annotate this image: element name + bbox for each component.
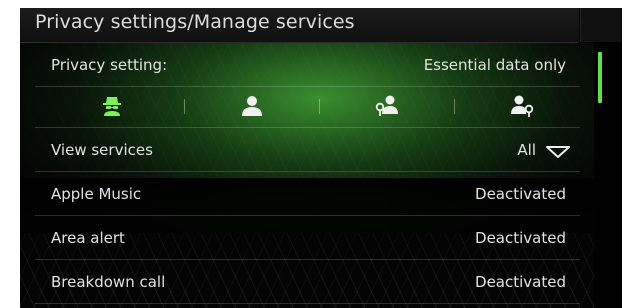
privacy-setting-label: Privacy setting:	[51, 56, 168, 74]
user-location-icon	[375, 95, 398, 116]
user-location-shared-icon	[511, 95, 534, 117]
service-status: Deactivated	[475, 229, 566, 247]
page-title: Privacy settings/Manage services	[35, 11, 355, 33]
privacy-setting-value: Essential data only	[423, 56, 566, 74]
tab-user[interactable]	[185, 86, 319, 127]
title-bar: Privacy settings/Manage services	[20, 8, 579, 43]
service-name: Apple Music	[51, 185, 142, 203]
settings-panel: Privacy setting: Essential data only Vie…	[20, 43, 594, 308]
tab-user-location[interactable]	[320, 86, 454, 127]
incognito-icon	[103, 97, 121, 116]
service-row-area-alert[interactable]: Area alert Deactivated	[35, 216, 580, 260]
view-services-label: View services	[51, 141, 153, 159]
chevron-down-icon[interactable]	[546, 146, 570, 158]
view-services-row[interactable]: View services All	[35, 128, 580, 172]
service-name: Breakdown call	[51, 273, 166, 291]
scrollbar[interactable]	[594, 43, 622, 308]
service-status: Deactivated	[475, 185, 566, 203]
service-row-breakdown-call[interactable]: Breakdown call Deactivated	[35, 260, 580, 304]
view-services-value: All	[517, 141, 536, 159]
service-row-apple-music[interactable]: Apple Music Deactivated	[35, 172, 580, 216]
tab-incognito[interactable]	[45, 86, 179, 127]
title-bar-corner	[580, 8, 622, 42]
service-name: Area alert	[51, 229, 125, 247]
infotainment-screen: Privacy settings/Manage services Privacy…	[20, 8, 622, 308]
privacy-setting-row[interactable]: Privacy setting: Essential data only	[35, 43, 580, 87]
scrollbar-thumb[interactable]	[598, 52, 602, 103]
tab-user-location-shared[interactable]	[455, 86, 589, 127]
privacy-mode-tabs	[35, 86, 580, 128]
service-status: Deactivated	[475, 273, 566, 291]
user-icon	[242, 96, 262, 116]
